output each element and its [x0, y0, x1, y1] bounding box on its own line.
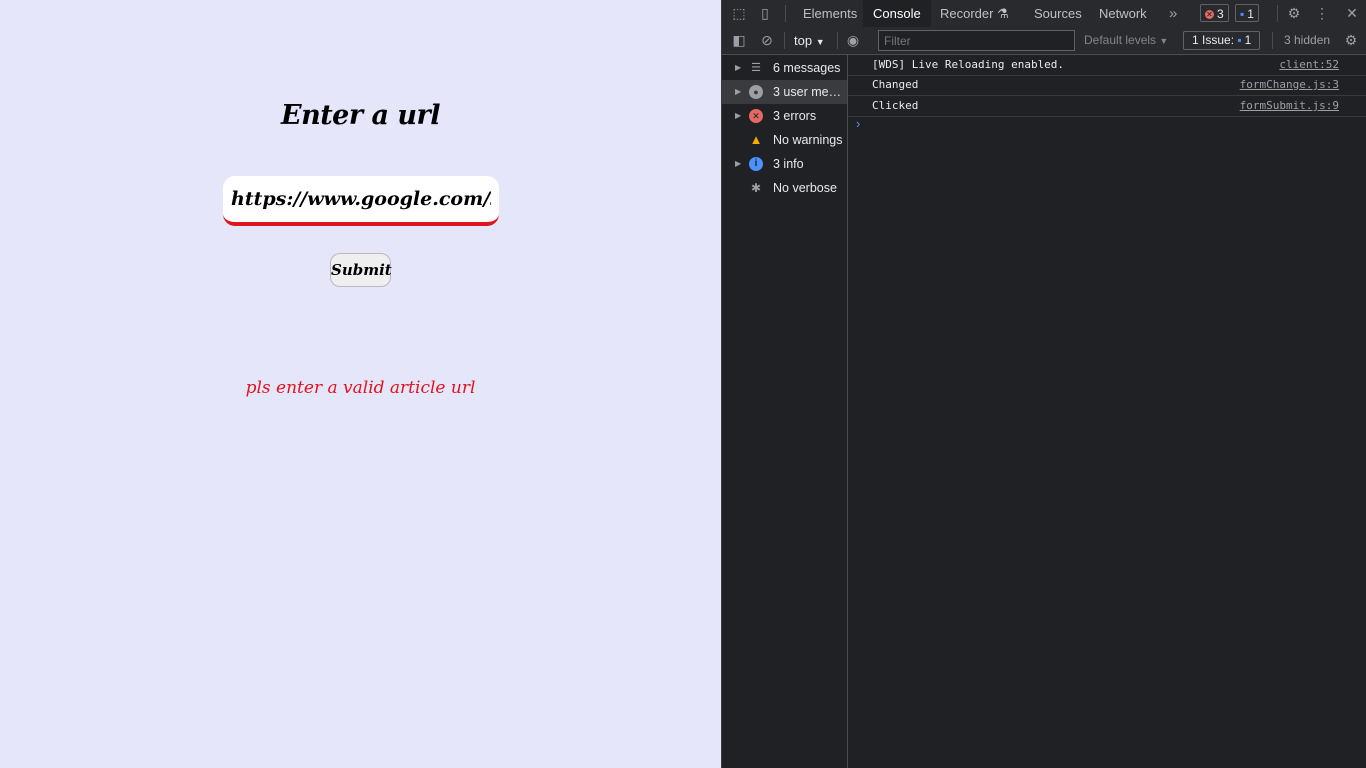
- chevron-down-icon: ▼: [815, 37, 825, 47]
- log-levels-dropdown[interactable]: Default levels ▼: [1084, 33, 1168, 47]
- expand-arrow-icon[interactable]: ▶: [735, 152, 741, 176]
- sidebar-item-label: No verbose: [773, 181, 837, 195]
- issues-button[interactable]: 1 Issue: ▪ 1: [1183, 31, 1261, 50]
- sidebar-item-messages[interactable]: ▶ ☰ 6 messages: [722, 56, 847, 80]
- sidebar-item-label: 3 user messages: [773, 85, 847, 99]
- url-input-wrapper: [223, 176, 499, 226]
- log-source-link[interactable]: client:52: [1279, 55, 1339, 75]
- kebab-menu-icon[interactable]: ⋮: [1314, 5, 1330, 21]
- inspect-element-icon[interactable]: ⬚: [731, 5, 747, 21]
- console-sidebar: ▶ ☰ 6 messages ▶ ● 3 user messages ▶ ✕ 3…: [722, 55, 848, 768]
- tab-recorder-label: Recorder: [940, 6, 994, 21]
- toolbar-divider: [1272, 32, 1273, 49]
- tab-elements[interactable]: Elements: [793, 0, 867, 27]
- hidden-messages-count: 3 hidden: [1284, 33, 1331, 47]
- devtools-panel: ⬚ ▯ Elements Console Recorder ⚗ Sources …: [721, 0, 1366, 768]
- message-count: 1: [1247, 7, 1254, 21]
- close-devtools-icon[interactable]: ✕: [1344, 5, 1360, 21]
- expand-arrow-icon[interactable]: ▶: [735, 56, 741, 80]
- log-message: [WDS] Live Reloading enabled.: [872, 58, 1065, 71]
- chevron-down-icon: ▼: [1159, 36, 1169, 46]
- sidebar-item-label: 3 info: [773, 157, 804, 171]
- console-log-row: Changed formChange.js:3: [848, 75, 1366, 96]
- error-message: pls enter a valid article url: [245, 378, 476, 398]
- error-icon: ✕: [749, 109, 763, 123]
- console-settings-icon[interactable]: ⚙: [1343, 32, 1359, 48]
- toolbar-divider: [784, 32, 785, 49]
- list-icon: ☰: [751, 62, 761, 74]
- tab-sources[interactable]: Sources: [1024, 0, 1092, 27]
- error-dot-icon: ✕: [1205, 10, 1214, 20]
- sidebar-item-label: 6 messages: [773, 61, 841, 75]
- devtools-tabbar: ⬚ ▯ Elements Console Recorder ⚗ Sources …: [722, 0, 1366, 28]
- sidebar-item-info[interactable]: ▶ i 3 info: [722, 152, 847, 176]
- context-select[interactable]: top ▼: [794, 33, 825, 48]
- toolbar-divider: [837, 32, 838, 49]
- device-toolbar-icon[interactable]: ▯: [757, 5, 773, 21]
- clear-console-icon[interactable]: ⊘: [759, 32, 775, 48]
- console-prompt-icon[interactable]: ›: [856, 116, 860, 131]
- flask-icon: ⚗: [997, 6, 1009, 21]
- expand-arrow-icon[interactable]: ▶: [735, 104, 741, 128]
- console-log-row: [WDS] Live Reloading enabled. client:52: [848, 55, 1366, 76]
- issues-count: 1: [1244, 33, 1252, 47]
- console-toolbar: ◧ ⊘ top ▼ ◉ Default levels ▼ 1 Issue: ▪1…: [722, 27, 1366, 55]
- message-count-badge[interactable]: ▪ 1: [1235, 4, 1259, 22]
- console-output: [WDS] Live Reloading enabled. client:52 …: [848, 55, 1366, 768]
- log-source-link[interactable]: formChange.js:3: [1240, 75, 1339, 95]
- log-levels-label: Default levels: [1084, 33, 1157, 47]
- bug-icon: ✱: [750, 181, 762, 195]
- log-message: Clicked: [872, 99, 919, 112]
- error-count: 3: [1217, 7, 1224, 21]
- issues-label: 1 Issue:: [1192, 33, 1235, 47]
- user-icon: ●: [749, 85, 763, 99]
- tab-recorder[interactable]: Recorder ⚗: [930, 0, 1019, 27]
- tab-network[interactable]: Network: [1089, 0, 1157, 27]
- sidebar-item-verbose[interactable]: ✱ No verbose: [722, 176, 847, 200]
- sidebar-item-label: 3 errors: [773, 109, 817, 123]
- log-message: Changed: [872, 78, 919, 91]
- sidebar-item-user-messages[interactable]: ▶ ● 3 user messages: [722, 80, 847, 104]
- tab-console[interactable]: Console: [863, 0, 931, 27]
- sidebar-item-warnings[interactable]: ▲ No warnings: [722, 128, 847, 152]
- settings-gear-icon[interactable]: ⚙: [1286, 5, 1302, 21]
- console-log-row: Clicked formSubmit.js:9: [848, 96, 1366, 117]
- url-input[interactable]: [223, 176, 499, 222]
- sidebar-toggle-icon[interactable]: ◧: [731, 32, 747, 48]
- context-select-value: top: [794, 33, 813, 48]
- issue-icon: ▪: [1237, 33, 1242, 47]
- sidebar-item-errors[interactable]: ▶ ✕ 3 errors: [722, 104, 847, 128]
- more-tabs-icon[interactable]: »: [1159, 0, 1187, 27]
- toolbar-divider: [1277, 5, 1278, 22]
- toolbar-divider: [785, 5, 786, 22]
- warning-icon: ▲: [749, 132, 763, 147]
- expand-arrow-icon[interactable]: ▶: [735, 80, 741, 104]
- message-icon: ▪: [1240, 7, 1245, 21]
- sidebar-item-label: No warnings: [773, 133, 843, 147]
- page-heading: Enter a url: [281, 100, 441, 131]
- eye-icon[interactable]: ◉: [845, 32, 861, 48]
- submit-button[interactable]: Submit: [330, 253, 392, 287]
- info-icon: i: [749, 157, 763, 171]
- error-count-badge[interactable]: ✕ 3: [1200, 4, 1229, 22]
- log-source-link[interactable]: formSubmit.js:9: [1240, 96, 1339, 116]
- console-filter-input[interactable]: [878, 30, 1075, 51]
- page-content: Enter a url Submit pls enter a valid art…: [0, 0, 721, 768]
